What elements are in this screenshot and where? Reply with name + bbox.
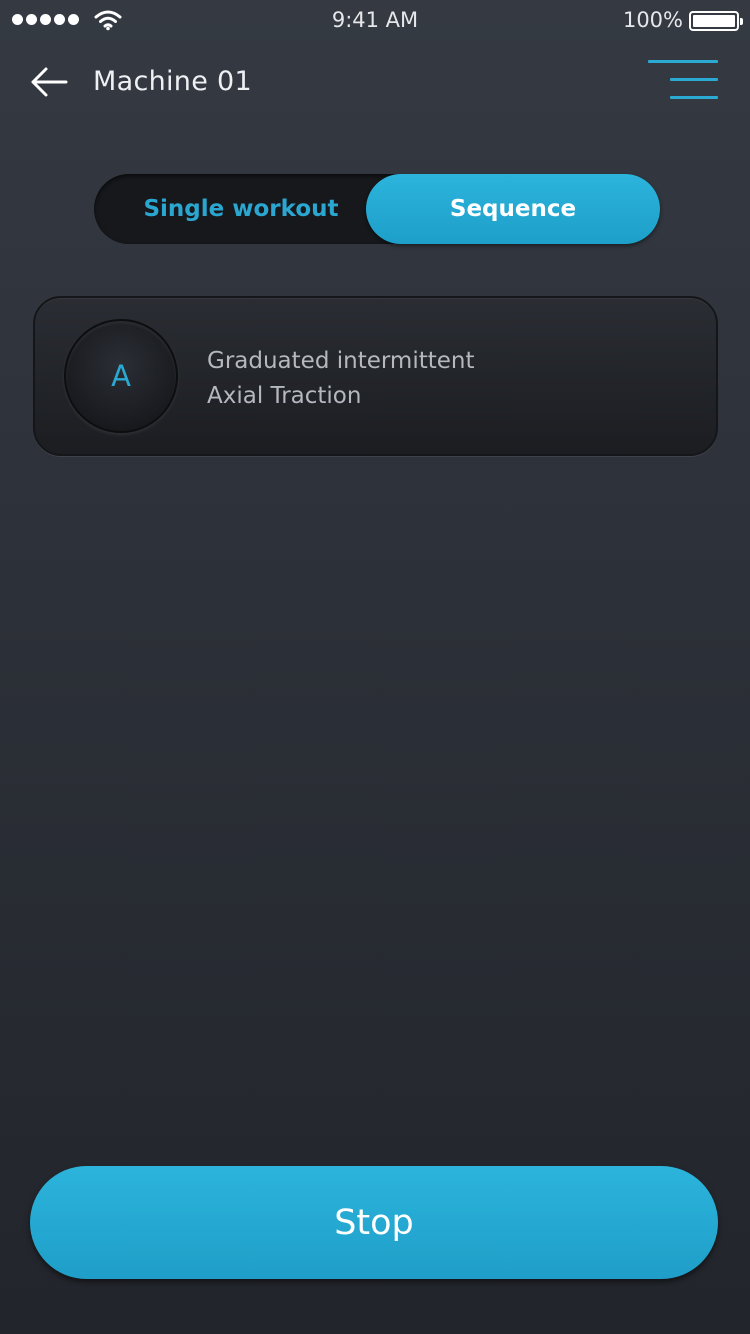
status-bar: 9:41 AM 100% [0,0,750,40]
battery-icon [689,11,743,31]
mode-toggle: Single workout Sequence [94,174,660,244]
tab-sequence[interactable]: Sequence [366,174,660,244]
menu-button[interactable] [646,60,720,102]
tab-single-workout[interactable]: Single workout [94,174,388,244]
back-button[interactable] [28,64,70,100]
page-title: Machine 01 [93,66,252,97]
arrow-left-icon [31,67,68,97]
workout-name-line2: Axial Traction [207,383,362,409]
header: Machine 01 [0,50,750,114]
stop-button[interactable]: Stop [30,1166,718,1279]
battery-percent: 100% [622,8,683,32]
workout-description: Graduated intermittent Axial Traction [207,344,475,414]
workout-card[interactable]: A Graduated intermittent Axial Traction [33,296,718,456]
workout-badge: A [64,319,178,433]
workout-name-line1: Graduated intermittent [207,348,475,374]
